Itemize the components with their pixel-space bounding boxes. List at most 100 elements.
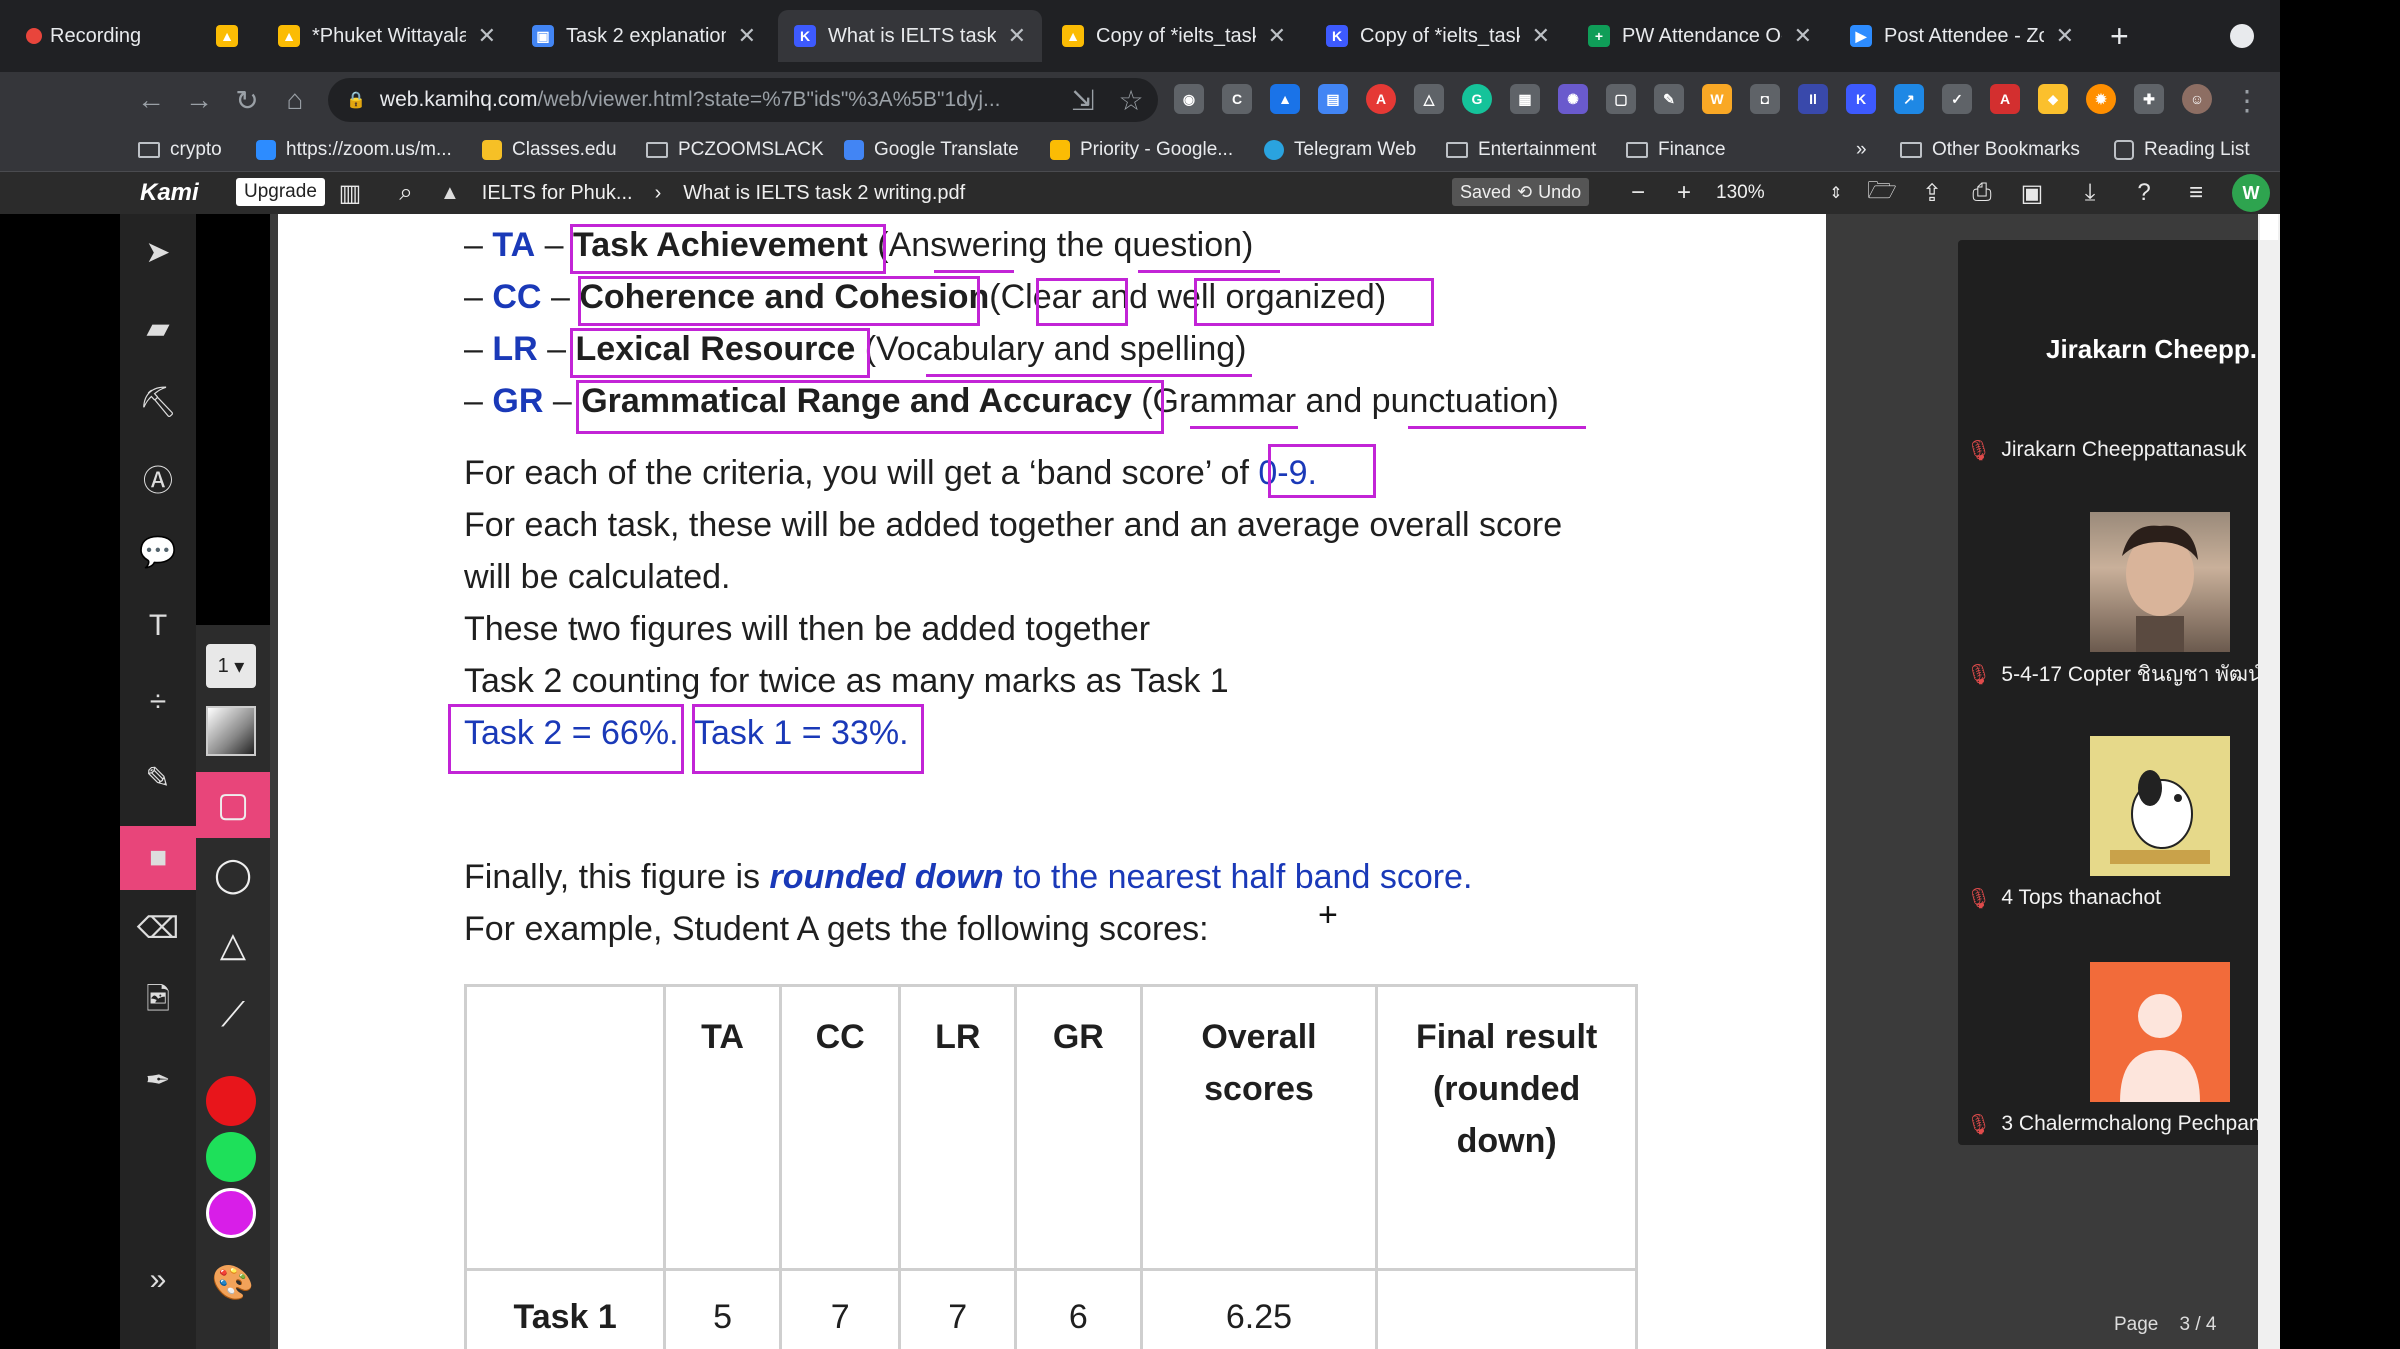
bookmark-zoom[interactable]: https://zoom.us/m... xyxy=(256,128,452,172)
annotation-underline[interactable] xyxy=(926,374,1252,377)
close-icon[interactable]: ✕ xyxy=(2056,23,2074,49)
pdf-icon[interactable]: A xyxy=(1990,84,2020,114)
tab-what-is-ielts-task[interactable]: K What is IELTS task ✕ xyxy=(778,10,1042,62)
install-icon[interactable]: ⇲ xyxy=(1060,72,1106,128)
circle-shape-icon[interactable]: ◯ xyxy=(196,844,270,906)
bookmark-entertainment[interactable]: Entertainment xyxy=(1446,128,1596,172)
bookmark-crypto[interactable]: crypto xyxy=(138,128,222,172)
scrollbar-thumb[interactable] xyxy=(2260,214,2278,240)
extension-icon[interactable]: ✺ xyxy=(1558,84,1588,114)
annotation-box[interactable] xyxy=(692,704,924,774)
extension-icon[interactable]: ✎ xyxy=(1654,84,1684,114)
tab-pw-attendance[interactable]: + PW Attendance Oct ✕ xyxy=(1572,10,1828,62)
signature-tool-icon[interactable]: ✒ xyxy=(120,1050,196,1110)
collapse-sidebar-icon[interactable]: » xyxy=(120,1250,196,1310)
download-icon[interactable]: ⤓ xyxy=(2070,172,2110,214)
annotation-box[interactable] xyxy=(570,224,886,274)
page-current[interactable]: 3 xyxy=(2180,1314,2191,1335)
annotation-underline[interactable] xyxy=(1190,426,1298,429)
highlighter-tool-icon[interactable]: ▰ xyxy=(120,298,196,358)
bookmark-pczoomslack[interactable]: PCZOOMSLACK xyxy=(646,128,824,172)
opacity-swatch[interactable] xyxy=(206,706,256,756)
line-shape-icon[interactable]: ⟋ xyxy=(196,984,270,1046)
line-thickness-select[interactable]: 1 ▾ xyxy=(206,644,256,688)
zoom-level[interactable]: 130% xyxy=(1716,172,1765,214)
bookmark-google-translate[interactable]: Google Translate xyxy=(844,128,1019,172)
annotation-box[interactable] xyxy=(570,328,870,378)
adblock-icon[interactable]: A xyxy=(1366,84,1396,114)
bookmark-finance[interactable]: Finance xyxy=(1626,128,1726,172)
bookmark-telegram[interactable]: Telegram Web xyxy=(1264,128,1416,172)
equation-tool-icon[interactable]: ÷ xyxy=(120,672,196,732)
palette-icon[interactable]: 🎨 xyxy=(196,1252,270,1314)
bookmark-classes[interactable]: Classes.edu xyxy=(482,128,617,172)
checkmark-icon[interactable]: ✓ xyxy=(1942,84,1972,114)
tab-phuket-wittayalai[interactable]: ▲ *Phuket Wittayalai ✕ xyxy=(262,10,512,62)
user-avatar[interactable]: W xyxy=(2232,174,2270,212)
browser-menu-icon[interactable] xyxy=(2230,24,2254,48)
extension-icon[interactable]: △ xyxy=(1414,84,1444,114)
color-swatch-red[interactable] xyxy=(206,1076,256,1126)
close-icon[interactable]: ✕ xyxy=(1008,23,1026,49)
new-tab-button[interactable]: + xyxy=(2110,18,2129,54)
extension-icon[interactable]: ↗ xyxy=(1894,84,1924,114)
search-icon[interactable]: ⌕ xyxy=(386,172,426,214)
share-icon[interactable]: ⇪ xyxy=(1912,172,1952,214)
drawing-tool-icon[interactable]: ✎ xyxy=(120,748,196,808)
kebab-menu-icon[interactable]: ⋮ xyxy=(2224,72,2270,128)
annotation-box[interactable] xyxy=(1268,444,1376,498)
triangle-shape-icon[interactable]: △ xyxy=(196,914,270,976)
annotation-underline[interactable] xyxy=(1408,426,1586,429)
zoom-out-icon[interactable]: − xyxy=(1618,172,1658,214)
breadcrumb-folder[interactable]: IELTS for Phuk... xyxy=(482,182,633,205)
tab-copy-ielts-task-drive[interactable]: ▲ Copy of *ielts_task ✕ xyxy=(1046,10,1302,62)
profile-avatar[interactable]: ☺ xyxy=(2182,84,2212,114)
extension-icon[interactable]: ✹ xyxy=(2086,84,2116,114)
color-swatch-green[interactable] xyxy=(206,1132,256,1182)
color-swatch-magenta[interactable] xyxy=(206,1188,256,1238)
extension-icon[interactable]: ▦ xyxy=(1510,84,1540,114)
tab-post-attendee[interactable]: ▶ Post Attendee - Zo ✕ xyxy=(1834,10,2090,62)
close-icon[interactable]: ✕ xyxy=(478,23,496,49)
print-icon[interactable]: ⎙ xyxy=(1962,172,2002,214)
shapes-tool-icon[interactable]: ■ xyxy=(120,826,196,890)
tab-drive[interactable]: ▲ xyxy=(200,10,260,62)
bookmark-other[interactable]: Other Bookmarks xyxy=(1900,128,2080,172)
annotation-underline[interactable] xyxy=(1138,270,1280,273)
reading-list[interactable]: Reading List xyxy=(2114,128,2250,172)
close-icon[interactable]: ✕ xyxy=(1794,23,1812,49)
extension-icon[interactable]: ▲ xyxy=(1270,84,1300,114)
scrollbar[interactable] xyxy=(2258,214,2280,1349)
extension-icon[interactable]: ◉ xyxy=(1174,84,1204,114)
sidebar-toggle-icon[interactable]: ▥ xyxy=(330,172,370,214)
extension-icon[interactable]: ▢ xyxy=(1606,84,1636,114)
annotation-box[interactable] xyxy=(576,380,1164,434)
puzzle-icon[interactable]: ✚ xyxy=(2134,84,2164,114)
paint-roller-tool-icon[interactable]: ⛏ xyxy=(120,372,196,432)
reload-icon[interactable]: ↻ xyxy=(224,72,270,128)
bookmark-star-icon[interactable]: ☆ xyxy=(1108,72,1154,128)
eraser-tool-icon[interactable]: ⌫ xyxy=(120,898,196,958)
home-icon[interactable]: ⌂ xyxy=(272,72,318,128)
rectangle-shape-icon[interactable]: ▢ xyxy=(196,772,270,838)
extension-icon[interactable]: ⬥ xyxy=(2038,84,2068,114)
markup-tool-icon[interactable]: Ⓐ xyxy=(120,448,196,508)
forward-icon[interactable]: → xyxy=(176,72,222,128)
comment-tool-icon[interactable]: 💬 xyxy=(120,522,196,582)
address-bar[interactable]: 🔒 web.kamihq.com/web/viewer.html?state=%… xyxy=(328,78,1158,122)
annotation-box[interactable] xyxy=(1194,278,1434,326)
upgrade-button[interactable]: Upgrade xyxy=(236,178,325,206)
zoom-in-icon[interactable]: + xyxy=(1664,172,1704,214)
extension-icon[interactable]: ▤ xyxy=(1318,84,1348,114)
undo-icon[interactable]: ⟲ xyxy=(1517,182,1532,203)
close-icon[interactable]: ✕ xyxy=(738,23,756,49)
close-icon[interactable]: ✕ xyxy=(1532,23,1550,49)
menu-icon[interactable]: ≡ xyxy=(2176,172,2216,214)
extension-icon[interactable]: C xyxy=(1222,84,1252,114)
close-icon[interactable]: ✕ xyxy=(1268,23,1286,49)
annotation-underline[interactable] xyxy=(934,270,1014,273)
camera-icon[interactable]: ◘ xyxy=(1750,84,1780,114)
extension-icon[interactable]: W xyxy=(1702,84,1732,114)
annotation-box[interactable] xyxy=(578,276,980,326)
annotation-box[interactable] xyxy=(448,704,684,774)
